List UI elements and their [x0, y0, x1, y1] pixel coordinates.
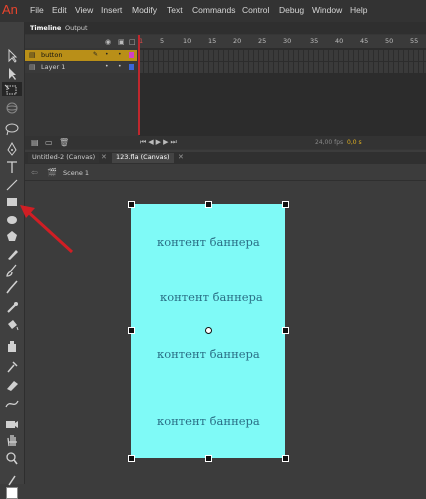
playhead[interactable] [138, 35, 140, 135]
menu-commands[interactable]: Commands [192, 5, 235, 15]
paint-bucket-tool-icon[interactable] [2, 318, 22, 332]
zoom-tool-icon[interactable] [2, 450, 22, 465]
width-tool-icon[interactable] [2, 396, 22, 410]
eyedropper-tool-icon[interactable] [2, 358, 22, 373]
ink-bottle-tool-icon[interactable] [2, 338, 22, 352]
transform-handle[interactable] [282, 455, 289, 462]
transform-handle[interactable] [205, 201, 212, 208]
back-arrow-icon[interactable]: ⇦ [31, 168, 38, 177]
new-layer-icon[interactable]: ▤ [31, 138, 39, 147]
lock-dot-icon[interactable]: • [118, 51, 122, 58]
paint-brush-tool-icon[interactable] [2, 262, 22, 277]
camera-tool-icon[interactable] [2, 416, 22, 430]
tab-timeline[interactable]: Timeline [30, 24, 61, 32]
menu-view[interactable]: View [75, 5, 93, 15]
timeline-tabs: Timeline Output [25, 22, 426, 34]
transform-handle[interactable] [128, 455, 135, 462]
selection-tool-icon[interactable] [2, 48, 22, 63]
new-folder-icon[interactable]: ▭ [45, 138, 53, 147]
layer-row-layer1[interactable]: ▤ Layer 1 • • [25, 62, 137, 73]
close-tab-icon[interactable]: ✕ [101, 153, 107, 161]
scene-icon: 🎬 [47, 168, 57, 177]
free-transform-tool-icon[interactable] [2, 82, 22, 96]
menu-modify[interactable]: Modify [132, 5, 157, 15]
frame-number: 50 [385, 37, 394, 45]
outline-icon[interactable]: □ [129, 38, 136, 46]
edit-bar: ⇦ 🎬 Scene 1 [25, 165, 426, 181]
banner-text: контент баннера [157, 235, 260, 249]
transform-handle[interactable] [282, 327, 289, 334]
text-tool-icon[interactable] [2, 159, 22, 173]
frame-number: 30 [283, 37, 292, 45]
banner-text: контент баннера [157, 347, 260, 361]
playback-controls[interactable]: ⏮◀▶▶⏭ [140, 138, 179, 147]
frames-row-button[interactable] [139, 50, 426, 61]
close-tab-icon[interactable]: ✕ [178, 153, 184, 161]
3d-rotation-tool-icon[interactable] [2, 100, 22, 114]
subselection-tool-icon[interactable] [2, 66, 22, 80]
layer-row-button[interactable]: ▤ button ✎ • • [25, 50, 137, 61]
frame-number: 5 [160, 37, 165, 45]
transform-handle[interactable] [205, 455, 212, 462]
banner-text: контент баннера [160, 290, 263, 304]
fps-display[interactable]: 24,00 fps [315, 139, 343, 146]
transform-handle[interactable] [282, 201, 289, 208]
frame-number: 20 [233, 37, 242, 45]
scene-name[interactable]: Scene 1 [63, 169, 89, 177]
lock-dot-icon[interactable]: • [118, 63, 122, 70]
frame-number: 40 [335, 37, 344, 45]
frame-number: 55 [410, 37, 419, 45]
lock-icon[interactable]: ▣ [118, 38, 125, 46]
menu-bar: An File Edit View Insert Modify Text Com… [0, 0, 426, 22]
transform-handle[interactable] [128, 201, 135, 208]
frame-number: 10 [183, 37, 192, 45]
frame-number: 25 [258, 37, 267, 45]
frame-number: 45 [360, 37, 369, 45]
pen-tool-icon[interactable] [2, 141, 22, 156]
annotation-arrow [20, 205, 74, 254]
tab-untitled-2[interactable]: Untitled-2 (Canvas) [28, 153, 100, 163]
tab-output[interactable]: Output [65, 24, 88, 32]
layer-folder-icon: ▤ [29, 51, 36, 59]
menu-debug[interactable]: Debug [279, 5, 304, 15]
menu-window[interactable]: Window [312, 5, 342, 15]
fill-color-swatch[interactable] [6, 487, 18, 499]
lasso-tool-icon[interactable] [2, 121, 22, 136]
bone-tool-icon[interactable] [2, 300, 22, 314]
banner-text: контент баннера [157, 414, 260, 428]
layer-name: button [41, 51, 63, 59]
transform-handle[interactable] [128, 327, 135, 334]
transform-center-point[interactable] [205, 327, 212, 334]
menu-file[interactable]: File [30, 5, 44, 15]
eraser-tool-icon[interactable] [2, 377, 22, 391]
frame-number: 15 [208, 37, 217, 45]
time-display[interactable]: 0,0 s [347, 139, 362, 146]
visibility-dot-icon[interactable]: • [105, 51, 109, 58]
layer-name: Layer 1 [41, 63, 66, 71]
brush-tool-icon[interactable] [2, 279, 22, 294]
menu-edit[interactable]: Edit [52, 5, 67, 15]
frames-row-layer1[interactable] [139, 62, 426, 73]
layer-color-swatch[interactable] [129, 64, 134, 70]
pencil-icon: ✎ [93, 51, 99, 58]
timeline-controls: ▤ ▭ 🗑 ⏮◀▶▶⏭ 24,00 fps 0,0 s [25, 136, 426, 149]
delete-layer-icon[interactable]: 🗑 [59, 138, 69, 147]
layer-color-swatch[interactable] [129, 52, 134, 58]
app-logo: An [2, 2, 18, 17]
eye-icon[interactable]: ◉ [105, 38, 111, 46]
menu-help[interactable]: Help [350, 5, 367, 15]
hand-tool-icon[interactable] [2, 432, 22, 447]
frame-number: 35 [310, 37, 319, 45]
menu-control[interactable]: Control [242, 5, 269, 15]
layer-icon: ▤ [29, 63, 36, 71]
visibility-dot-icon[interactable]: • [105, 63, 109, 70]
menu-insert[interactable]: Insert [101, 5, 122, 15]
tab-123-fla[interactable]: 123.fla (Canvas) [112, 153, 174, 163]
menu-text[interactable]: Text [167, 5, 183, 15]
